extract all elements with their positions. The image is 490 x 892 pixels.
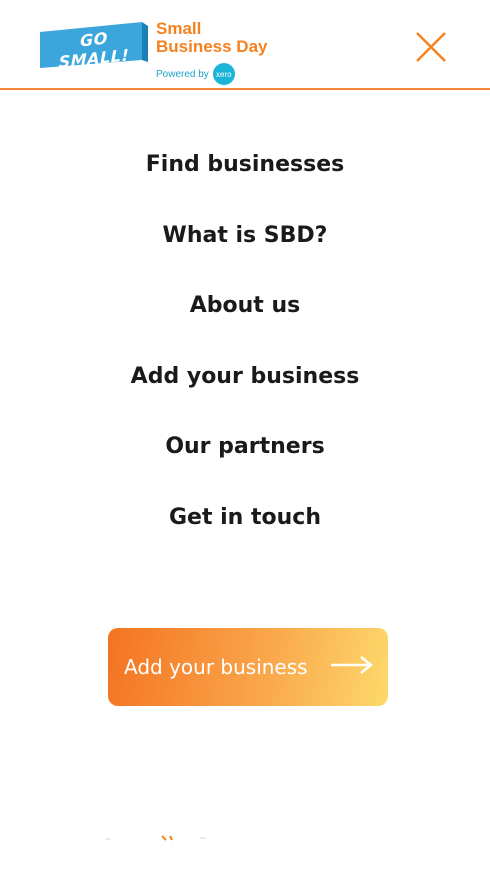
close-icon[interactable] — [414, 30, 448, 64]
site-header: GO SMALL! Small Business Day Powered by … — [0, 0, 490, 90]
nav-item-add-your-business[interactable]: Add your business — [0, 352, 490, 423]
arrow-right-icon — [331, 656, 374, 674]
nav-item-our-partners[interactable]: Our partners — [0, 422, 490, 493]
xero-badge-icon: xero — [212, 63, 235, 85]
add-business-button-label: Add your business — [124, 655, 308, 679]
powered-by-label: Powered by — [156, 68, 209, 80]
brand-title-line2: Business Day — [156, 37, 268, 56]
nav-item-find-businesses[interactable]: Find businesses — [0, 140, 490, 211]
powered-by: Powered by xero — [156, 63, 235, 85]
nav-item-get-in-touch[interactable]: Get in touch — [0, 493, 490, 564]
add-business-button[interactable]: Add your business — [108, 628, 388, 706]
site-logo[interactable]: GO SMALL! Small Business Day Powered by … — [38, 18, 283, 85]
brand-title-line1: Small — [156, 19, 202, 38]
nav-item-about-us[interactable]: About us — [0, 281, 490, 352]
nav-item-what-is-sbd[interactable]: What is SBD? — [0, 211, 490, 282]
main-nav: Find businesses What is SBD? About us Ad… — [0, 140, 490, 563]
footer-decoration — [106, 835, 206, 841]
